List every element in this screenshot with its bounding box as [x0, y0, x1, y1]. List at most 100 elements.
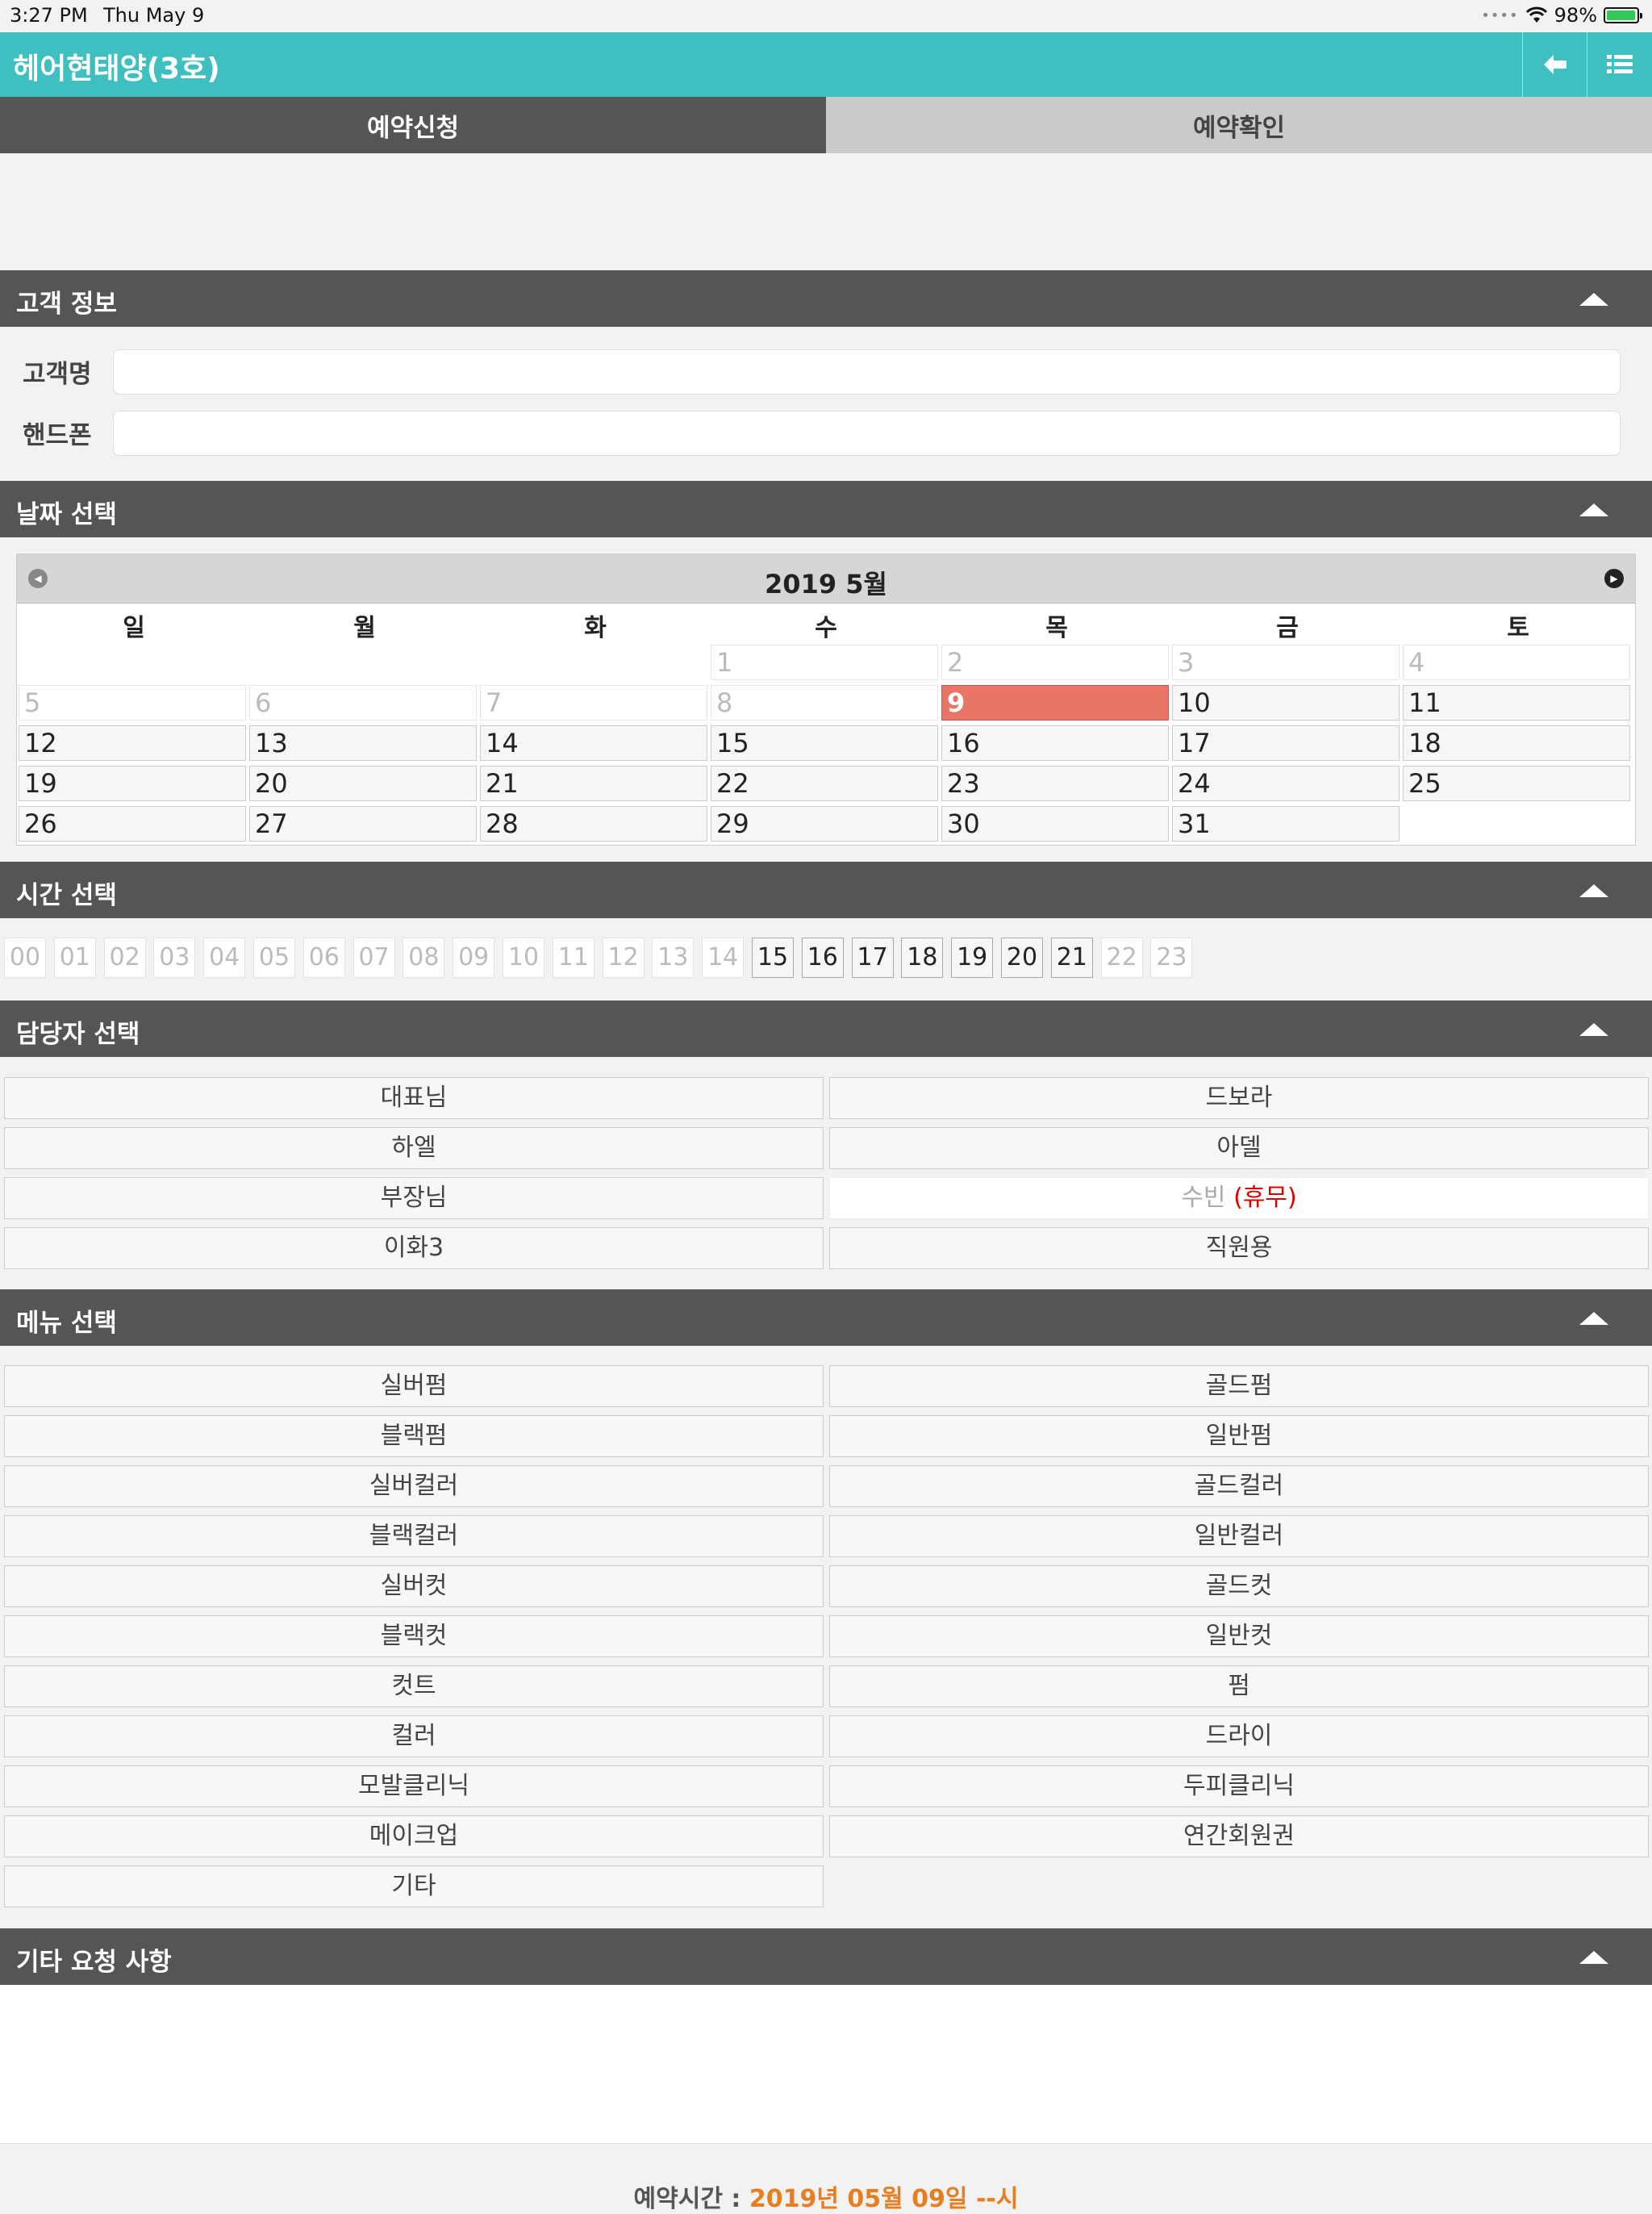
calendar-day[interactable]: 17 — [1172, 725, 1400, 761]
menu-option[interactable]: 메이크업 — [4, 1815, 824, 1857]
calendar-day: 6 — [249, 685, 477, 721]
staff-option[interactable]: 이화3 — [4, 1227, 824, 1269]
menu-option[interactable]: 기타 — [4, 1865, 824, 1907]
section-request-header[interactable]: 기타 요청 사항 — [0, 1928, 1652, 1985]
menu-option[interactable]: 연간회원권 — [829, 1815, 1649, 1857]
menu-option[interactable]: 모발클리닉 — [4, 1765, 824, 1807]
section-title: 메뉴 선택 — [16, 1309, 117, 1338]
menu-option[interactable]: 골드컷 — [829, 1565, 1649, 1607]
calendar-day[interactable]: 27 — [249, 806, 477, 842]
section-title: 담당자 선택 — [16, 1020, 140, 1049]
calendar-day[interactable]: 15 — [711, 725, 938, 761]
staff-option[interactable]: 하엘 — [4, 1127, 824, 1169]
tab-reservation-request[interactable]: 예약신청 — [0, 97, 826, 153]
phone-label: 핸드폰 — [23, 421, 92, 450]
list-icon — [1607, 55, 1633, 73]
calendar-day[interactable]: 21 — [480, 766, 707, 801]
staff-option-label: 아델 — [1216, 1134, 1262, 1162]
status-time: 3:27 PM — [10, 4, 88, 27]
calendar-area: ◀ 2019 5월 ▶ 일 월 화 수 목 금 토 1 2 3 4 5 6 7 8 9 10 11 12 13 14 15… — [0, 537, 1652, 862]
back-button[interactable] — [1522, 32, 1587, 97]
staff-option[interactable]: 부장님 — [4, 1177, 824, 1219]
menu-option[interactable]: 블랙펌 — [4, 1415, 824, 1457]
calendar-day[interactable]: 18 — [1403, 725, 1630, 761]
calendar-day[interactable]: 22 — [711, 766, 938, 801]
menu-option[interactable]: 블랙컬러 — [4, 1515, 824, 1557]
menu-option[interactable]: 일반펌 — [829, 1415, 1649, 1457]
calendar-day: 5 — [19, 685, 246, 721]
calendar-day[interactable]: 20 — [249, 766, 477, 801]
calendar-day[interactable]: 13 — [249, 725, 477, 761]
menu-option[interactable]: 일반컬러 — [829, 1515, 1649, 1557]
menu-option[interactable]: 컬러 — [4, 1715, 824, 1757]
calendar-day: 2 — [941, 645, 1169, 680]
customer-form: 고객명 핸드폰 — [0, 327, 1652, 482]
calendar-day[interactable]: 28 — [480, 806, 707, 842]
calendar-day[interactable]: 25 — [1403, 766, 1630, 801]
name-label: 고객명 — [23, 360, 92, 389]
time-slot: 22 — [1100, 938, 1143, 978]
reservation-time-value: 2019년 05월 09일 --시 — [749, 2185, 1019, 2213]
weekday-label: 화 — [584, 614, 607, 642]
section-menu-header[interactable]: 메뉴 선택 — [0, 1289, 1652, 1346]
time-slot: 10 — [503, 938, 544, 978]
menu-option[interactable]: 일반컷 — [829, 1615, 1649, 1657]
tab-reservation-check[interactable]: 예약확인 — [826, 97, 1652, 153]
time-slot[interactable]: 16 — [801, 938, 844, 978]
menu-option[interactable]: 펌 — [829, 1665, 1649, 1707]
menu-option[interactable]: 실버펌 — [4, 1365, 824, 1407]
time-slot[interactable]: 20 — [1001, 938, 1043, 978]
section-time-header[interactable]: 시간 선택 — [0, 862, 1652, 918]
calendar-day[interactable]: 19 — [19, 766, 246, 801]
phone-input[interactable] — [113, 411, 1621, 456]
staff-option[interactable]: 직원용 — [829, 1227, 1649, 1269]
collapse-caret-icon — [1579, 1312, 1608, 1325]
signal-dots-icon: •••• — [1481, 6, 1519, 24]
staff-option[interactable]: 대표님 — [4, 1077, 824, 1119]
time-slot[interactable]: 19 — [951, 938, 994, 978]
name-input[interactable] — [113, 349, 1621, 395]
menu-option[interactable]: 골드펌 — [829, 1365, 1649, 1407]
calendar-day[interactable]: 30 — [941, 806, 1169, 842]
calendar-day[interactable]: 10 — [1172, 685, 1400, 721]
section-date-header[interactable]: 날짜 선택 — [0, 481, 1652, 537]
time-slot[interactable]: 18 — [901, 938, 944, 978]
wifi-icon — [1525, 6, 1547, 23]
calendar-day[interactable]: 11 — [1403, 685, 1630, 721]
staff-option[interactable]: 드보라 — [829, 1077, 1649, 1119]
menu-option[interactable]: 컷트 — [4, 1665, 824, 1707]
menu-option[interactable]: 골드컬러 — [829, 1465, 1649, 1507]
time-slot[interactable]: 17 — [851, 938, 894, 978]
time-slot: 06 — [302, 938, 345, 978]
calendar-day[interactable]: 29 — [711, 806, 938, 842]
section-customer-header[interactable]: 고객 정보 — [0, 270, 1652, 327]
calendar-day-selected[interactable]: 9 — [941, 685, 1169, 721]
menu-option[interactable]: 실버컬러 — [4, 1465, 824, 1507]
battery-icon — [1604, 7, 1642, 23]
calendar-day[interactable]: 31 — [1172, 806, 1400, 842]
time-slot: 00 — [4, 938, 46, 978]
staff-option[interactable]: 아델 — [829, 1127, 1649, 1169]
time-slot: 01 — [53, 938, 96, 978]
calendar-day[interactable]: 23 — [941, 766, 1169, 801]
status-bar: 3:27 PM Thu May 9 •••• 98% — [0, 0, 1652, 32]
menu-option[interactable]: 드라이 — [829, 1715, 1649, 1757]
calendar-day[interactable]: 24 — [1172, 766, 1400, 801]
calendar-day[interactable]: 14 — [480, 725, 707, 761]
request-textarea[interactable] — [0, 1985, 1652, 2144]
time-slot[interactable]: 21 — [1050, 938, 1093, 978]
calendar-day[interactable]: 12 — [19, 725, 246, 761]
next-month-button[interactable]: ▶ — [1604, 569, 1624, 588]
time-slot: 14 — [702, 938, 745, 978]
time-slot[interactable]: 15 — [752, 938, 794, 978]
menu-option[interactable]: 블랙컷 — [4, 1615, 824, 1657]
menu-option[interactable]: 두피클리닉 — [829, 1765, 1649, 1807]
time-slots: 00 01 02 03 04 05 06 07 08 09 10 11 12 13 14 15 16 17 18 19… — [0, 918, 1652, 1000]
calendar-day[interactable]: 16 — [941, 725, 1169, 761]
menu-option[interactable]: 실버컷 — [4, 1565, 824, 1607]
menu-button[interactable] — [1587, 32, 1652, 97]
time-slot: 03 — [153, 938, 196, 978]
time-slot: 07 — [353, 938, 395, 978]
calendar-day[interactable]: 26 — [19, 806, 246, 842]
section-staff-header[interactable]: 담당자 선택 — [0, 1000, 1652, 1057]
